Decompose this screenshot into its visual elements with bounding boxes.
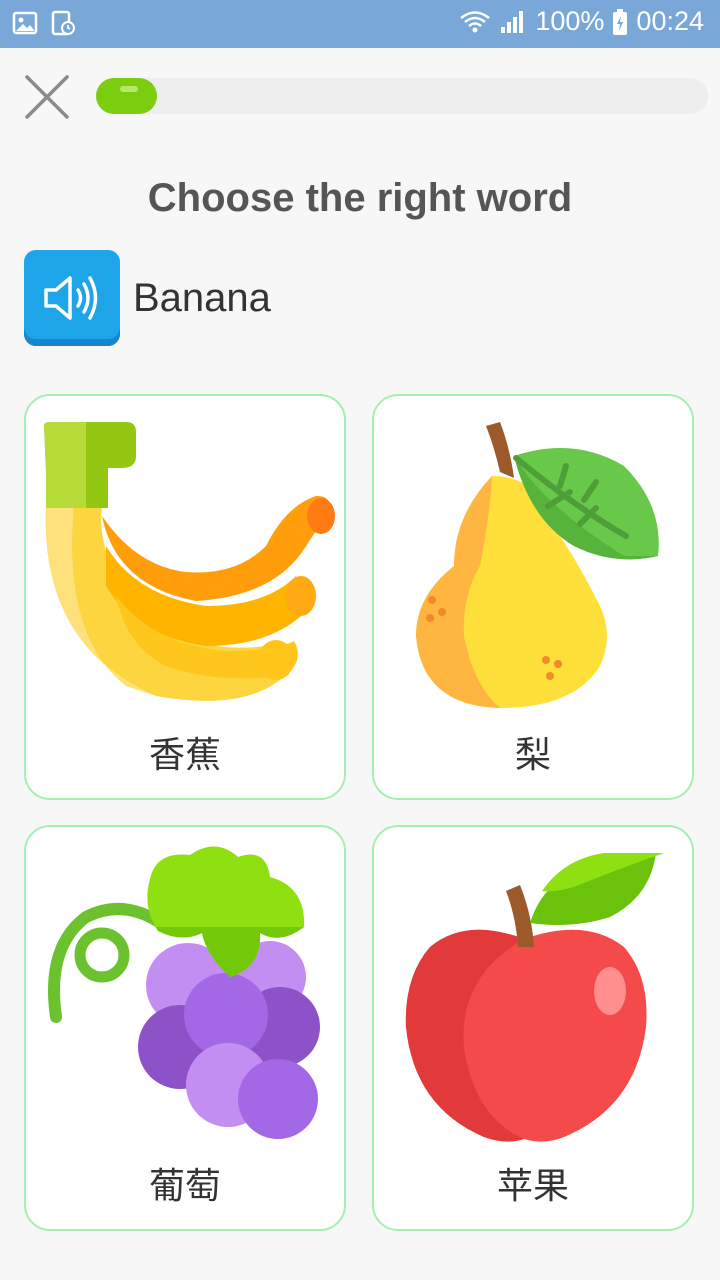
lesson-progress-bar: [96, 78, 708, 114]
play-audio-button[interactable]: [24, 250, 120, 346]
battery-percent: 100%: [535, 6, 605, 36]
clock: 00:24: [636, 6, 704, 36]
option-card-banana[interactable]: 香蕉: [24, 394, 346, 800]
signal-icon: [501, 10, 524, 33]
progress-shine: [120, 86, 138, 92]
grapes-icon: [48, 846, 320, 1139]
option-card-pear[interactable]: 梨: [372, 394, 694, 800]
option-label: 葡萄: [148, 1166, 221, 1207]
option-card-grapes[interactable]: 葡萄: [24, 825, 346, 1231]
status-bar: 100% 00:24: [0, 0, 720, 48]
close-icon: [25, 75, 69, 119]
option-label: 梨: [514, 735, 551, 776]
wifi-icon: [460, 10, 491, 32]
option-card-apple[interactable]: 苹果: [372, 825, 694, 1231]
speaker-icon: [44, 276, 98, 320]
option-label: 苹果: [496, 1166, 569, 1207]
prompt-word: Banana: [133, 276, 271, 320]
screenshot-notification-icon: [51, 10, 75, 36]
apple-icon: [405, 853, 664, 1142]
option-label: 香蕉: [148, 735, 221, 776]
battery-charging-icon: [613, 8, 628, 35]
banana-icon: [44, 422, 335, 701]
progress-fill: [96, 78, 158, 114]
instruction-title: Choose the right word: [147, 176, 573, 220]
gallery-notification-icon: [12, 11, 38, 35]
close-button[interactable]: [22, 72, 72, 122]
pear-icon: [416, 422, 659, 708]
